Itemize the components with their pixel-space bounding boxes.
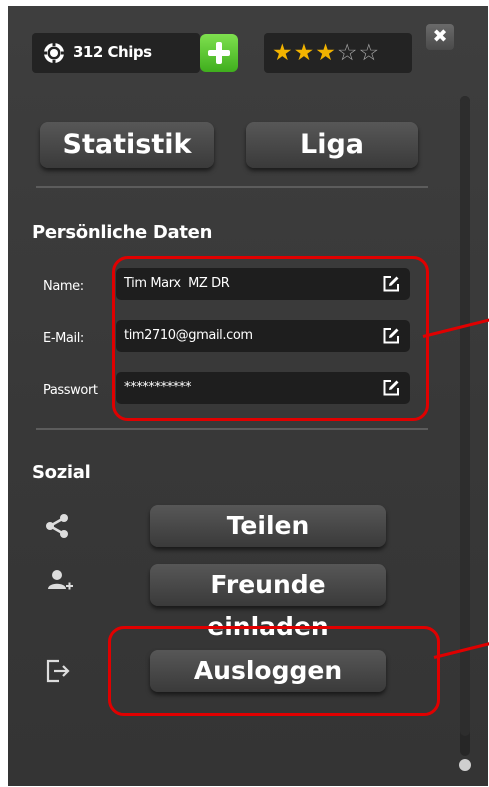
rating-display: ★★★☆☆	[264, 33, 412, 73]
star-filled-icon: ★	[272, 40, 294, 66]
invite-friends-button[interactable]: Freunde einladen	[150, 564, 386, 641]
star-empty-icon: ☆	[336, 40, 359, 66]
password-label: Passwort	[43, 383, 98, 398]
scrollbar-thumb[interactable]	[460, 96, 470, 736]
email-label: E-Mail:	[43, 331, 84, 346]
close-button[interactable]: ✖	[426, 24, 454, 50]
liga-button[interactable]: Liga	[246, 122, 418, 168]
statistik-button[interactable]: Statistik	[40, 122, 214, 168]
poker-chip-icon	[43, 42, 65, 64]
share-button[interactable]: Teilen	[150, 505, 386, 547]
annotation-highlight-personal-fields	[112, 256, 429, 421]
add-friend-icon	[48, 570, 73, 590]
share-icon	[46, 514, 68, 538]
divider	[36, 186, 428, 188]
star-filled-icon: ★	[315, 40, 337, 66]
personal-data-heading: Persönliche Daten	[32, 222, 213, 243]
divider	[36, 428, 428, 430]
logout-icon	[46, 659, 70, 683]
star-empty-icon: ☆	[358, 40, 381, 66]
add-chips-button[interactable]	[200, 34, 238, 72]
scrollbar-end-handle[interactable]	[459, 759, 471, 771]
star-rating: ★★★☆☆	[272, 37, 380, 69]
close-icon: ✖	[432, 26, 448, 47]
star-filled-icon: ★	[293, 40, 316, 66]
annotation-highlight-logout	[108, 626, 440, 716]
chips-count: 312 Chips	[73, 43, 152, 61]
chips-display: 312 Chips	[32, 33, 200, 73]
social-heading: Sozial	[32, 462, 91, 483]
name-label: Name:	[43, 279, 84, 294]
